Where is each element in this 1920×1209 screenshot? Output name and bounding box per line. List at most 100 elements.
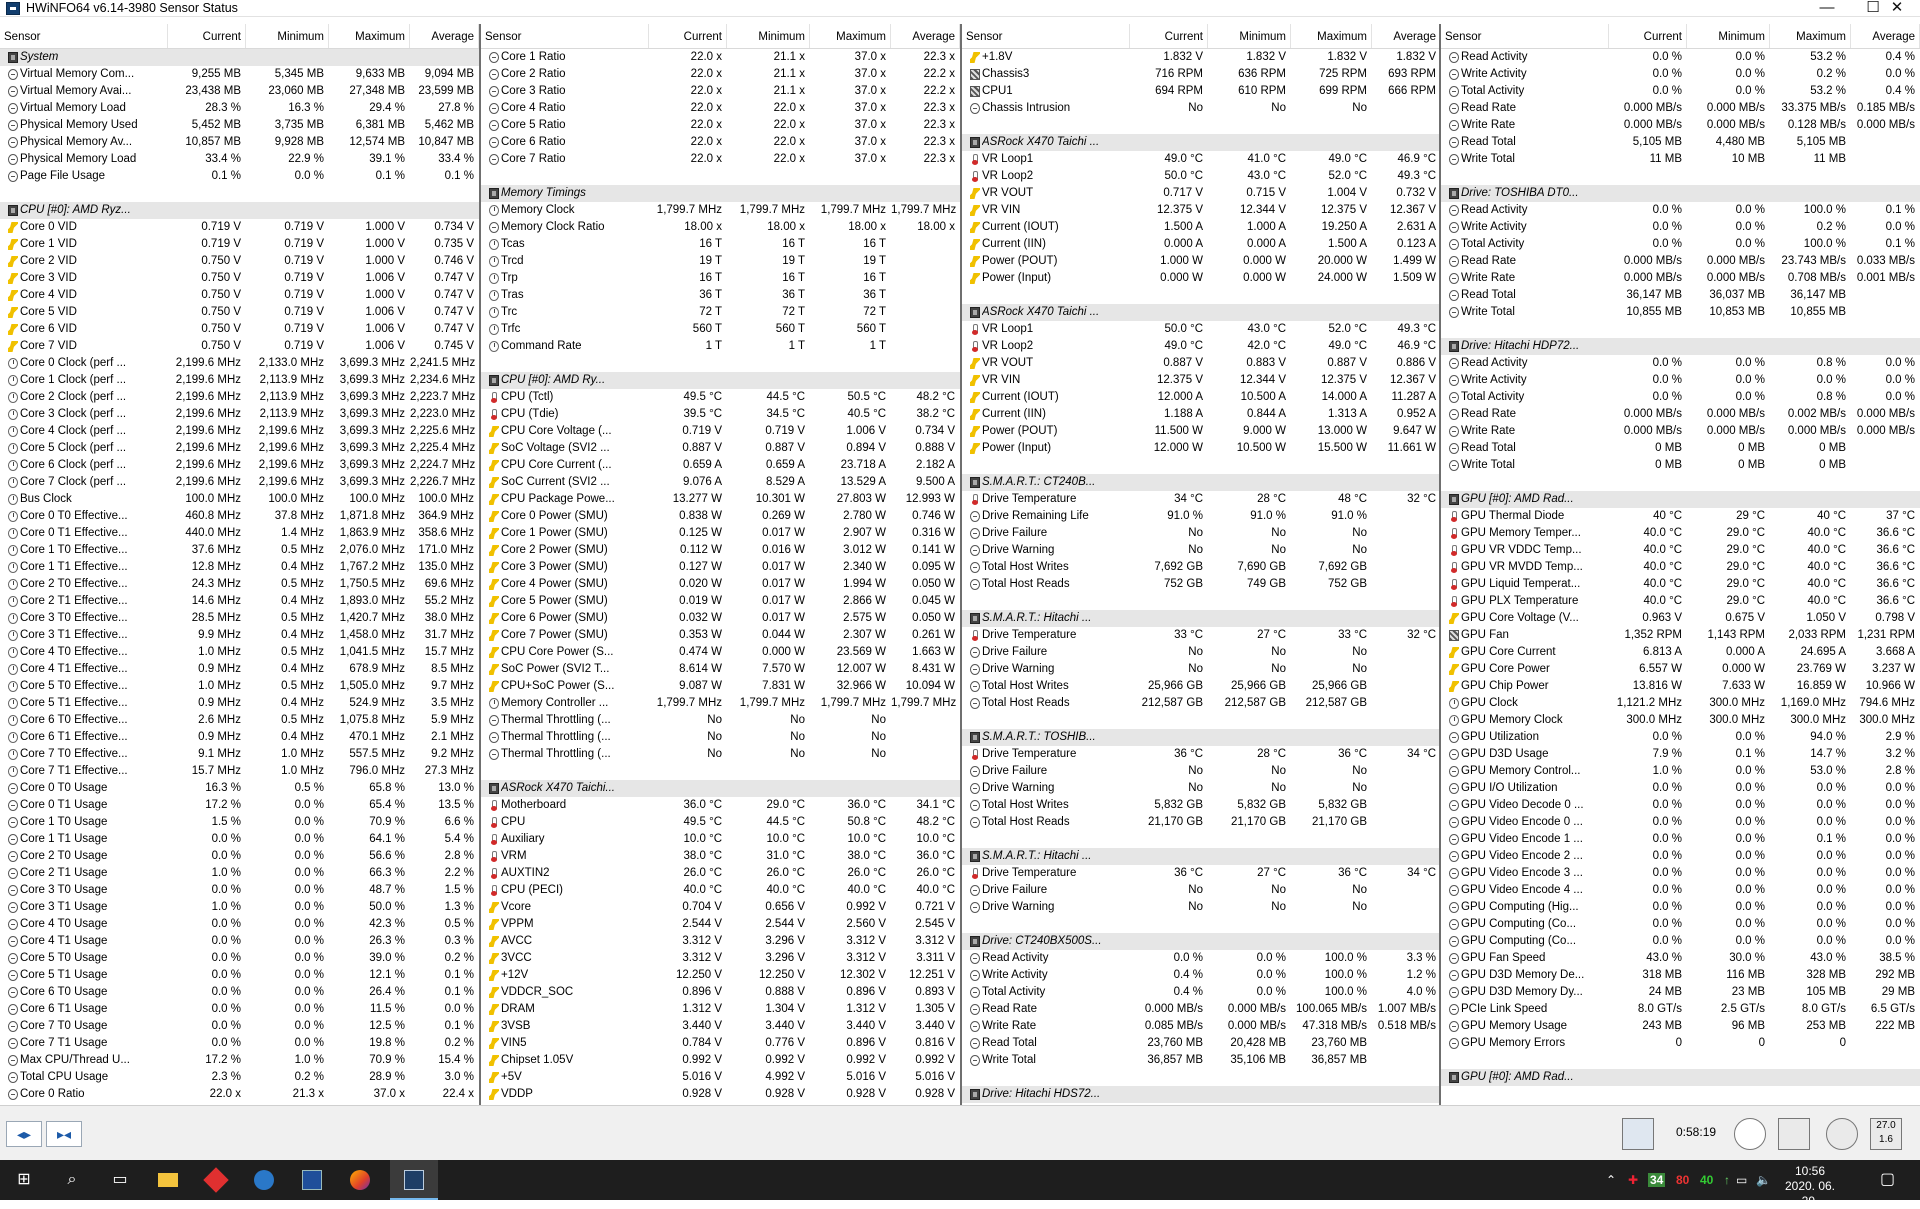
column-header-maximum[interactable]: Maximum [1770,24,1851,48]
sensor-row[interactable]: Drive Warning No No No [962,542,1439,559]
sensor-row[interactable]: GPU Utilization 0.0 % 0.0 % 94.0 % 2.9 % [1441,729,1920,746]
sensor-row[interactable]: Core 4 T1 Effective... 0.9 MHz 0.4 MHz 678.… [0,661,479,678]
sensor-row[interactable]: SoC Power (SVI2 T... 8.614 W 7.570 W 12.007… [481,661,960,678]
sensor-row[interactable]: GPU D3D Usage 7.9 % 0.1 % 14.7 % 3.2 % [1441,746,1920,763]
column-header-sensor[interactable]: Sensor [962,24,1130,48]
sensor-row[interactable]: Core 6 T0 Effective... 2.6 MHz 0.5 MHz 1,07… [0,712,479,729]
sensor-row[interactable]: GPU Memory Usage 243 MB 96 MB 253 MB 222 MB [1441,1018,1920,1035]
sensor-row[interactable]: Core 6 T0 Usage 0.0 % 0.0 % 26.4 % 0.1 % [0,984,479,1001]
sensor-row[interactable]: Motherboard 36.0 °C 29.0 °C 36.0 °C 34.1 °C [481,797,960,814]
sensor-row[interactable]: VR Loop1 49.0 °C 41.0 °C 49.0 °C 46.9 °C [962,151,1439,168]
sensor-group-header[interactable]: Drive: Hitachi HDP72... [1441,338,1920,355]
column-header-sensor[interactable]: Sensor [0,24,168,48]
sensor-row[interactable]: +1.8V 1.832 V 1.832 V 1.832 V 1.832 V [962,49,1439,66]
task-view-icon[interactable]: ▭ [96,1160,144,1200]
sensor-row[interactable]: Physical Memory Av... 10,857 MB 9,928 MB 12… [0,134,479,151]
sensor-row[interactable]: Read Rate 0.000 MB/s 0.000 MB/s 100.065 MB/… [962,1001,1439,1018]
sensor-row[interactable]: Core 3 Power (SMU) 0.127 W 0.017 W 2.340 W0… [481,559,960,576]
sensor-row[interactable]: GPU PLX Temperature 40.0 °C 29.0 °C 40.0 °C… [1441,593,1920,610]
sensor-row[interactable]: Vcore 0.704 V 0.656 V 0.992 V 0.721 V [481,899,960,916]
sensor-row[interactable]: Core 3 T0 Effective... 28.5 MHz 0.5 MHz 1,4… [0,610,479,627]
sensor-row[interactable]: Core 5 Clock (perf ... 2,199.6 MHz 2,199.6… [0,440,479,457]
sensor-group-header[interactable]: System [0,49,479,66]
sensor-row[interactable]: GPU Fan 1,352 RPM 1,143 RPM 2,033 RPM 1,231 … [1441,627,1920,644]
sensor-row[interactable]: Read Total 0 MB 0 MB 0 MB [1441,440,1920,457]
sensor-row[interactable]: VR Loop2 50.0 °C 43.0 °C 52.0 °C 49.3 °C [962,168,1439,185]
settings-icon[interactable] [1826,1118,1858,1150]
sensor-row[interactable]: Core 7 VID 0.750 V 0.719 V 1.006 V 0.745 V [0,338,479,355]
sensor-row[interactable]: Total Activity 0.0 % 0.0 % 0.8 % 0.0 % [1441,389,1920,406]
column-header-minimum[interactable]: Minimum [1208,24,1291,48]
sensor-row[interactable]: Total Host Reads 212,587 GB 212,587 GB 212,… [962,695,1439,712]
sensor-row[interactable]: Core 7 T1 Usage 0.0 % 0.0 % 19.8 % 0.2 % [0,1035,479,1052]
sensor-row[interactable]: Max CPU/Thread U... 17.2 % 1.0 % 70.9 % 15.4… [0,1052,479,1069]
sensor-row[interactable]: Total Host Reads 752 GB 749 GB 752 GB [962,576,1439,593]
sensor-row[interactable]: VR VIN 12.375 V 12.344 V 12.375 V 12.367 V [962,202,1439,219]
file-explorer-icon[interactable] [144,1160,192,1200]
sensor-group-header[interactable]: Drive: Hitachi HDS72... [962,1086,1439,1103]
sensor-group-header[interactable]: Drive: CT240BX500S... [962,933,1439,950]
hwinfo-taskbar-icon[interactable] [390,1160,438,1200]
sensor-row[interactable]: Core 2 T0 Usage 0.0 % 0.0 % 56.6 % 2.8 % [0,848,479,865]
sensor-row[interactable]: Core 6 T1 Effective... 0.9 MHz 0.4 MHz 470.… [0,729,479,746]
sensor-row[interactable]: +12V 12.250 V 12.250 V 12.302 V 12.251 V [481,967,960,984]
sensor-row[interactable]: Read Rate 0.000 MB/s 0.000 MB/s 23.743 MB/s… [1441,253,1920,270]
sensor-row[interactable]: Core 2 T0 Effective... 24.3 MHz 0.5 MHz 1,7… [0,576,479,593]
column-header-current[interactable]: Current [1609,24,1687,48]
network-tray-icon[interactable]: ↑ [1724,1160,1730,1200]
keyboard-tray-icon[interactable]: ▭ [1736,1160,1747,1200]
tray-number-3[interactable]: 40 [1700,1160,1713,1200]
sensor-row[interactable]: Tras 36 T 36 T 36 T [481,287,960,304]
sensor-row[interactable]: CPU (Tctl) 49.5 °C 44.5 °C 50.5 °C 48.2 °C [481,389,960,406]
sensor-row[interactable]: Core 4 T1 Usage 0.0 % 0.0 % 26.3 % 0.3 % [0,933,479,950]
column-header-sensor[interactable]: Sensor [481,24,649,48]
sensor-group-header[interactable]: ASRock X470 Taichi ... [962,304,1439,321]
sensor-row[interactable]: Core 5 T0 Effective... 1.0 MHz 0.5 MHz 1,50… [0,678,479,695]
sensor-row[interactable]: Core 1 T0 Usage 1.5 % 0.0 % 70.9 % 6.6 % [0,814,479,831]
column-header-average[interactable]: Average [1851,24,1920,48]
sensor-group-header[interactable]: GPU [#0]: AMD Rad... [1441,1069,1920,1086]
tray-readout[interactable]: 27.0 1.6 [1870,1118,1902,1150]
sensor-row[interactable]: VDDCR_SOC 0.896 V 0.888 V 0.896 V 0.893 V [481,984,960,1001]
sensor-row[interactable]: Thermal Throttling (... No No No [481,712,960,729]
sensor-row[interactable]: GPU Core Current 6.813 A 0.000 A 24.695 A 3.… [1441,644,1920,661]
sensor-row[interactable]: GPU VR VDDC Temp... 40.0 °C 29.0 °C 40.0 °C… [1441,542,1920,559]
sensor-row[interactable]: GPU Chip Power 13.816 W 7.633 W 16.859 W 10.… [1441,678,1920,695]
sensor-row[interactable]: AUXTIN2 26.0 °C 26.0 °C 26.0 °C 26.0 °C [481,865,960,882]
sensor-row[interactable]: Physical Memory Used 5,452 MB 3,735 MB 6,38… [0,117,479,134]
sensor-group-header[interactable]: CPU [#0]: AMD Ry... [481,372,960,389]
sensor-row[interactable]: GPU Liquid Temperat... 40.0 °C 29.0 °C 40.0… [1441,576,1920,593]
sensor-row[interactable]: CPU (PECI) 40.0 °C 40.0 °C 40.0 °C 40.0 °C [481,882,960,899]
sensor-row[interactable]: CPU Core Current (... 0.659 A 0.659 A 23.71… [481,457,960,474]
sensor-row[interactable]: Read Activity 0.0 % 0.0 % 53.2 % 0.4 % [1441,49,1920,66]
sensor-row[interactable]: Core 3 Clock (perf ... 2,199.6 MHz 2,113.9… [0,406,479,423]
taskbar-clock[interactable]: 10:56 2020. 06. 29. [1778,1164,1842,1209]
windows-start-icon[interactable]: ⊞ [0,1160,48,1200]
tray-number-1[interactable]: 34 [1648,1160,1666,1200]
sensor-row[interactable]: Chassis3 716 RPM 636 RPM 725 RPM 693 RPM [962,66,1439,83]
sensor-row[interactable]: Drive Failure No No No [962,882,1439,899]
sensor-group-header[interactable]: S.M.A.R.T.: TOSHIB... [962,729,1439,746]
column-header-maximum[interactable]: Maximum [329,24,410,48]
sensor-row[interactable]: Core 0 Ratio 22.0 x 21.3 x 37.0 x 22.4 x [0,1086,479,1103]
sensor-row[interactable]: Core 0 T0 Effective... 460.8 MHz 37.8 MHz 1… [0,508,479,525]
sensor-row[interactable]: Core 2 Clock (perf ... 2,199.6 MHz 2,113.9… [0,389,479,406]
sensor-row[interactable]: Drive Failure No No No [962,525,1439,542]
sensor-row[interactable]: Core 0 T1 Effective... 440.0 MHz 1.4 MHz 1,… [0,525,479,542]
sensor-row[interactable]: Chassis Intrusion No No No [962,100,1439,117]
column-header-minimum[interactable]: Minimum [727,24,810,48]
sensor-row[interactable]: Read Rate 0.000 MB/s 0.000 MB/s 33.375 MB/s… [1441,100,1920,117]
column-header-maximum[interactable]: Maximum [810,24,891,48]
sensor-row[interactable]: Memory Controller ... 1,799.7 MHz 1,799.7 … [481,695,960,712]
sensor-row[interactable]: GPU Video Decode 0 ... 0.0 % 0.0 % 0.0 % 0.0… [1441,797,1920,814]
sensor-row[interactable]: GPU VR MVDD Temp... 40.0 °C 29.0 °C 40.0 °C… [1441,559,1920,576]
sensor-row[interactable]: GPU D3D Memory De... 318 MB 116 MB 328 MB 29… [1441,967,1920,984]
sensor-row[interactable]: Core 5 Power (SMU) 0.019 W 0.017 W 2.866 W0… [481,593,960,610]
sensor-row[interactable]: CPU 49.5 °C 44.5 °C 50.8 °C 48.2 °C [481,814,960,831]
sensor-row[interactable]: Total Activity 0.0 % 0.0 % 53.2 % 0.4 % [1441,83,1920,100]
sensor-row[interactable]: Trcd 19 T 19 T 19 T [481,253,960,270]
sensor-row[interactable]: Memory Clock Ratio 18.00 x 18.00 x 18.00 x1… [481,219,960,236]
firefox-icon[interactable] [336,1160,384,1200]
sensor-row[interactable]: GPU D3D Memory Dy... 24 MB 23 MB 105 MB 29 M… [1441,984,1920,1001]
sensor-row[interactable]: CPU Core Power (S... 0.474 W 0.000 W 23.569… [481,644,960,661]
